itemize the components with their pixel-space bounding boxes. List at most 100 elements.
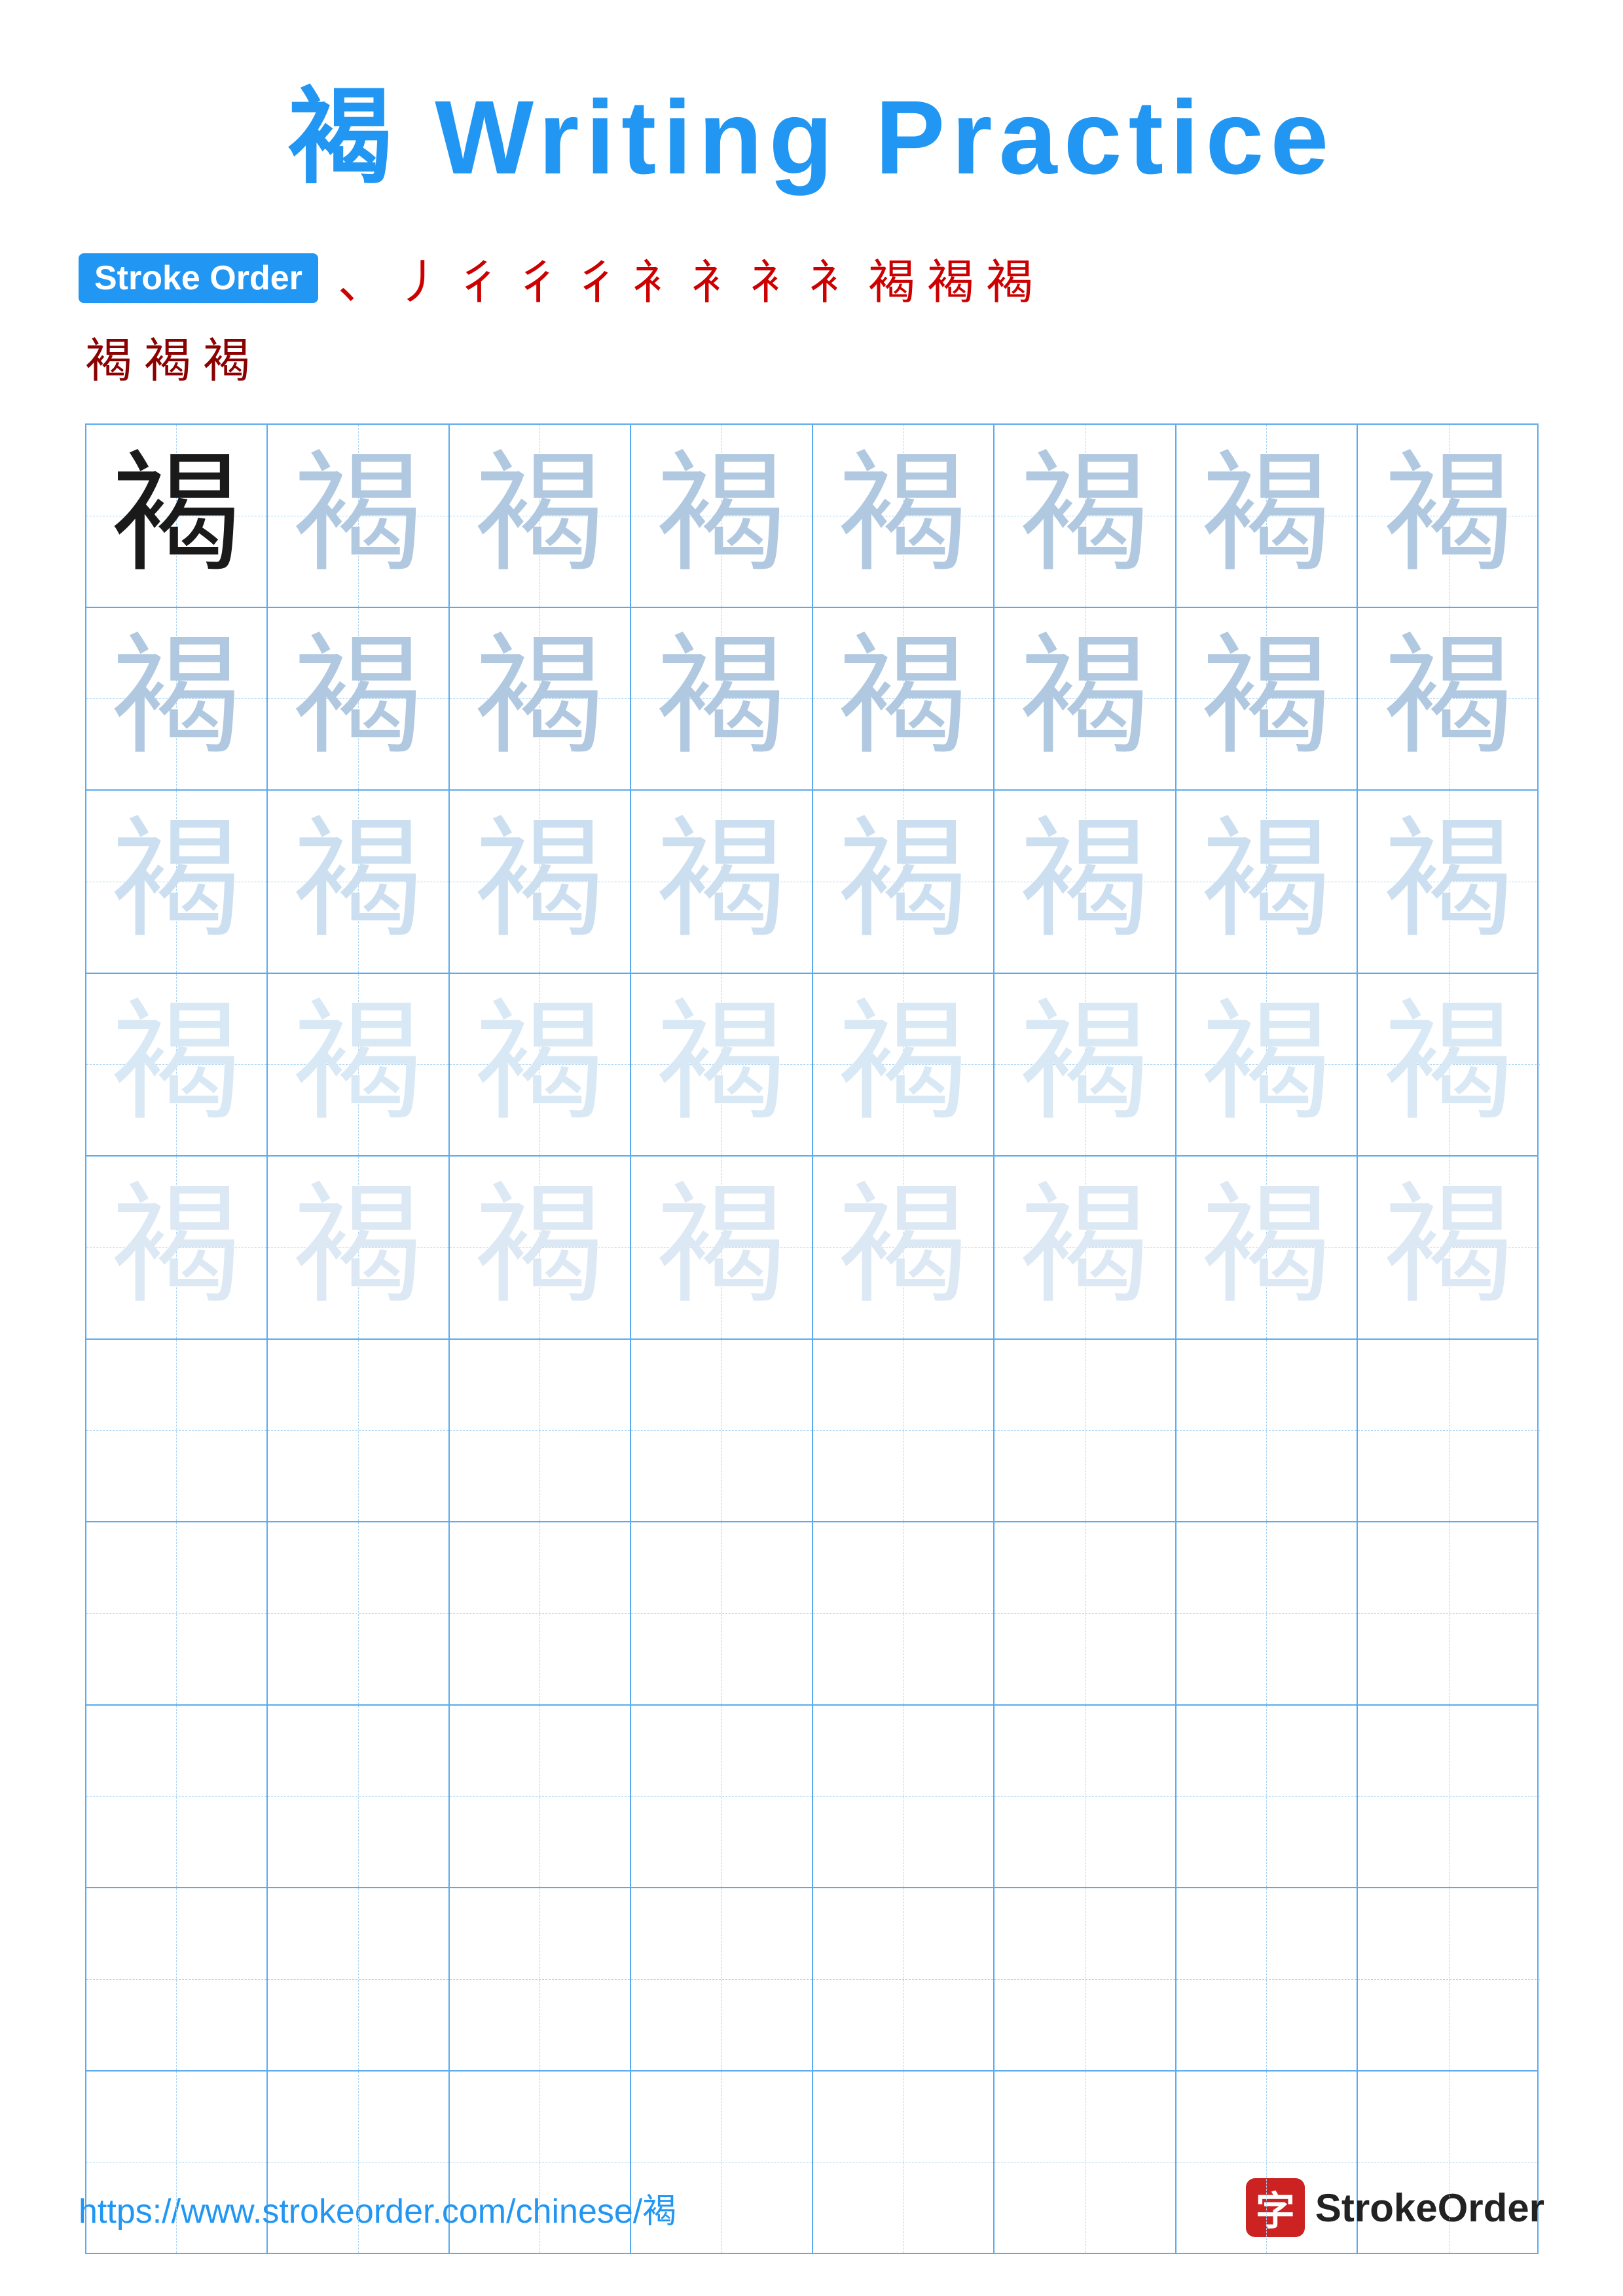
grid-cell-1-4: 褐 — [631, 425, 813, 607]
grid-cell-6-3 — [450, 1340, 632, 1522]
grid-cell-9-2 — [268, 1888, 450, 2070]
grid-cell-9-3 — [450, 1888, 632, 2070]
grid-cell-1-1: 褐 — [86, 425, 268, 607]
logo-char: 字 — [1256, 2179, 1295, 2236]
grid-cell-1-2: 褐 — [268, 425, 450, 607]
grid-cell-3-7: 褐 — [1176, 791, 1359, 973]
grid-row-7 — [86, 1522, 1537, 1706]
grid-cell-2-3: 褐 — [450, 608, 632, 790]
stroke-5: 彳 — [574, 243, 621, 312]
grid-cell-1-6: 褐 — [994, 425, 1176, 607]
grid-cell-9-1 — [86, 1888, 268, 2070]
grid-cell-5-8: 褐 — [1358, 1157, 1540, 1338]
grid-cell-2-4: 褐 — [631, 608, 813, 790]
grid-cell-9-5 — [813, 1888, 995, 2070]
stroke-1: 、 — [338, 243, 385, 312]
stroke-4: 彳 — [515, 243, 562, 312]
cell-char: 褐 — [293, 450, 424, 581]
cell-char: 褐 — [1019, 633, 1150, 764]
grid-cell-4-8: 褐 — [1358, 974, 1540, 1156]
cell-char: 褐 — [656, 1182, 787, 1313]
cell-char: 褐 — [1019, 1182, 1150, 1313]
stroke-order-badge: Stroke Order — [79, 253, 318, 303]
cell-char: 褐 — [837, 633, 968, 764]
grid-cell-3-8: 褐 — [1358, 791, 1540, 973]
grid-cell-7-1 — [86, 1522, 268, 1704]
grid-row-9 — [86, 1888, 1537, 2072]
grid-cell-6-5 — [813, 1340, 995, 1522]
cell-char: 褐 — [293, 1182, 424, 1313]
cell-char: 褐 — [1019, 450, 1150, 581]
grid-cell-5-7: 褐 — [1176, 1157, 1359, 1338]
grid-cell-3-5: 褐 — [813, 791, 995, 973]
cell-char: 褐 — [111, 633, 242, 764]
grid-cell-3-3: 褐 — [450, 791, 632, 973]
grid-cell-4-1: 褐 — [86, 974, 268, 1156]
cell-char: 褐 — [111, 1182, 242, 1313]
stroke-11: 褐 — [927, 243, 974, 312]
page-title: 褐 Writing Practice — [288, 52, 1336, 204]
grid-cell-7-5 — [813, 1522, 995, 1704]
stroke-3: 彳 — [456, 243, 503, 312]
cell-char: 褐 — [1201, 816, 1332, 947]
grid-cell-1-7: 褐 — [1176, 425, 1359, 607]
stroke-6: 衤 — [632, 243, 680, 312]
cell-char: 褐 — [1383, 1182, 1514, 1313]
cell-char: 褐 — [474, 816, 605, 947]
grid-cell-6-8 — [1358, 1340, 1540, 1522]
footer-url[interactable]: https://www.strokeorder.com/chinese/褐 — [79, 2183, 676, 2233]
grid-cell-2-7: 褐 — [1176, 608, 1359, 790]
cell-char: 褐 — [474, 999, 605, 1130]
grid-cell-9-4 — [631, 1888, 813, 2070]
grid-cell-5-6: 褐 — [994, 1157, 1176, 1338]
grid-cell-6-1 — [86, 1340, 268, 1522]
cell-char: 褐 — [1201, 450, 1332, 581]
grid-cell-5-3: 褐 — [450, 1157, 632, 1338]
grid-cell-6-6 — [994, 1340, 1176, 1522]
page: 褐 Writing Practice Stroke Order 、 丿 彳 彳 … — [0, 0, 1623, 2296]
grid-row-8 — [86, 1706, 1537, 1889]
cell-char: 褐 — [1383, 633, 1514, 764]
grid-cell-8-2 — [268, 1706, 450, 1888]
grid-cell-8-7 — [1176, 1706, 1359, 1888]
stroke-2: 丿 — [397, 243, 444, 312]
cell-char: 褐 — [837, 450, 968, 581]
cell-char: 褐 — [474, 633, 605, 764]
cell-char: 褐 — [1383, 816, 1514, 947]
cell-char: 褐 — [656, 999, 787, 1130]
grid-cell-2-1: 褐 — [86, 608, 268, 790]
cell-char: 褐 — [837, 1182, 968, 1313]
grid-cell-1-8: 褐 — [1358, 425, 1540, 607]
grid-cell-7-7 — [1176, 1522, 1359, 1704]
grid-cell-3-2: 褐 — [268, 791, 450, 973]
grid-cell-1-5: 褐 — [813, 425, 995, 607]
cell-char: 褐 — [474, 1182, 605, 1313]
grid-cell-7-8 — [1358, 1522, 1540, 1704]
cell-char: 褐 — [1383, 450, 1514, 581]
stroke-12: 褐 — [986, 243, 1033, 312]
practice-grid: 褐 褐 褐 褐 褐 褐 褐 褐 褐 褐 褐 褐 褐 褐 褐 褐 褐 褐 褐 褐 … — [85, 423, 1539, 2254]
cell-char: 褐 — [1383, 999, 1514, 1130]
strokeorder-logo-icon: 字 — [1246, 2178, 1305, 2237]
cell-char: 褐 — [111, 450, 242, 581]
cell-char: 褐 — [656, 450, 787, 581]
grid-cell-7-2 — [268, 1522, 450, 1704]
grid-cell-8-6 — [994, 1706, 1176, 1888]
grid-cell-9-6 — [994, 1888, 1176, 2070]
stroke-order-row1: Stroke Order 、 丿 彳 彳 彳 衤 衤 衤 衤 褐 褐 褐 — [79, 243, 1033, 312]
grid-cell-5-1: 褐 — [86, 1157, 268, 1338]
stroke-order-row2: 褐 褐 褐 — [79, 322, 250, 391]
grid-cell-6-2 — [268, 1340, 450, 1522]
grid-cell-8-1 — [86, 1706, 268, 1888]
grid-cell-4-7: 褐 — [1176, 974, 1359, 1156]
stroke-15: 褐 — [203, 322, 250, 391]
grid-cell-2-2: 褐 — [268, 608, 450, 790]
footer-logo: 字 StrokeOrder — [1246, 2178, 1544, 2237]
grid-cell-4-3: 褐 — [450, 974, 632, 1156]
cell-char: 褐 — [1201, 999, 1332, 1130]
title-char: 褐 — [288, 79, 399, 196]
grid-row-2: 褐 褐 褐 褐 褐 褐 褐 褐 — [86, 608, 1537, 791]
grid-cell-6-4 — [631, 1340, 813, 1522]
grid-cell-6-7 — [1176, 1340, 1359, 1522]
cell-char: 褐 — [837, 999, 968, 1130]
